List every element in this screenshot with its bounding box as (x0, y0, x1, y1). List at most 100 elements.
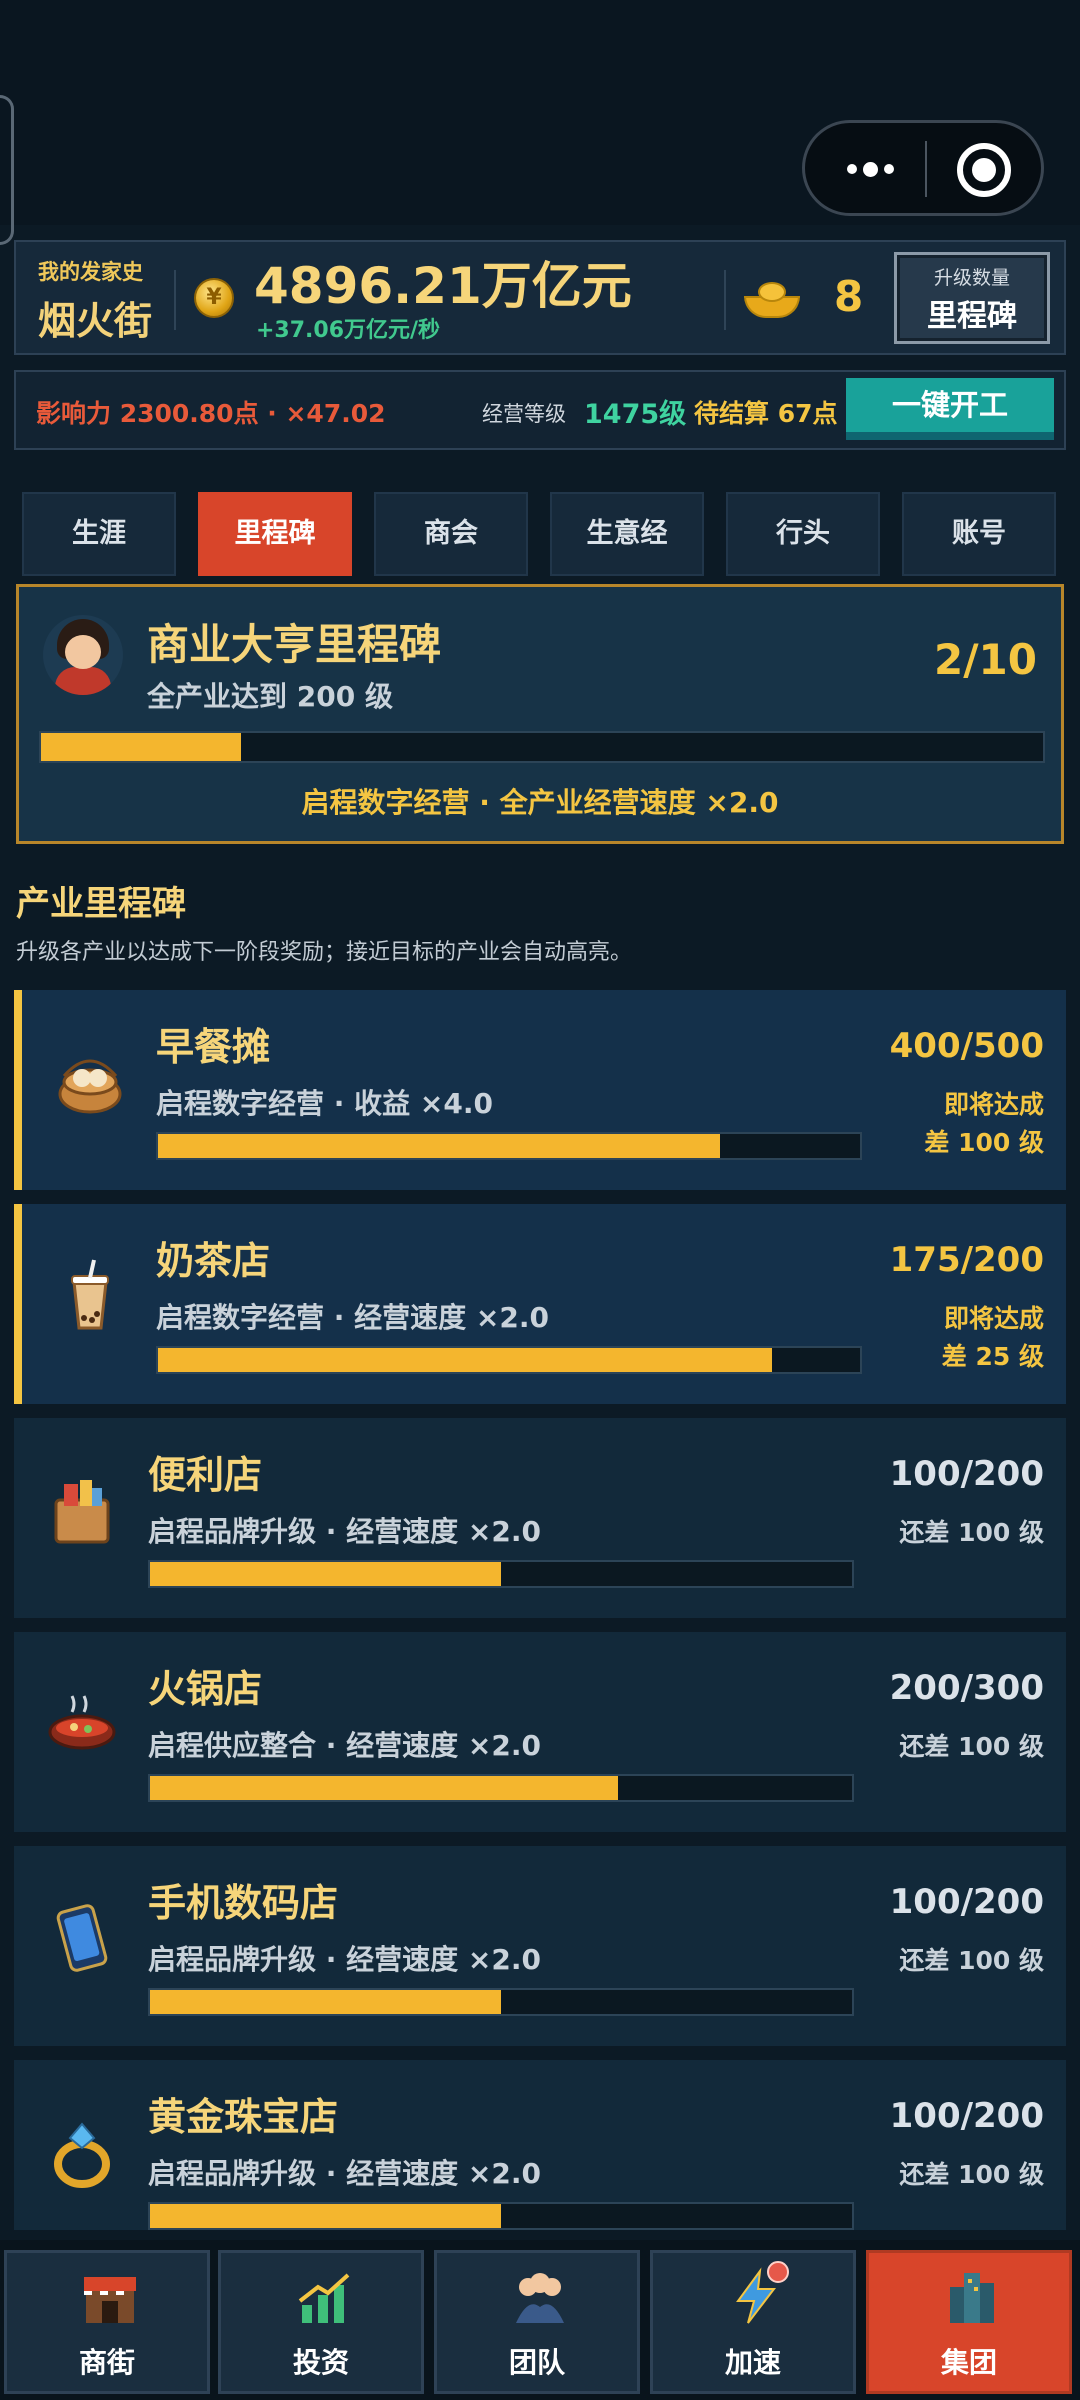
industry-count: 175/200 (889, 1240, 1044, 1280)
industry-reward: 启程品牌升级 · 经营速度 ×2.0 (148, 1515, 541, 1548)
influence-text: 影响力 2300.80点 · ×47.02 (36, 399, 386, 428)
upgrade-quantity-value: 里程碑 (927, 299, 1017, 334)
header-panel: 我的发家史 烟火街 ¥ 4896.21万亿元 +37.06万亿元/秒 8 升级数… (14, 240, 1066, 355)
milestone-progress-bar (39, 731, 1045, 763)
nav-label: 集团 (940, 2346, 997, 2379)
status-line: 差 100 级 (924, 1128, 1044, 1157)
status-line: 还差 100 级 (899, 1518, 1044, 1547)
tab-outfit[interactable]: 行头 (726, 492, 880, 576)
nav-street[interactable]: 商街 (4, 2250, 210, 2394)
bottom-nav: 商街 投资 团队 加速 集团 (0, 2240, 1080, 2400)
one-click-start-button[interactable]: 一键开工 (846, 378, 1054, 440)
status-line: 还差 100 级 (899, 1732, 1044, 1761)
industry-count: 100/200 (889, 1454, 1044, 1494)
industry-progress-bar (156, 1346, 862, 1374)
milestone-progress-fill (41, 733, 242, 761)
industry-progress-bar (156, 1132, 862, 1160)
industry-count: 200/300 (889, 1668, 1044, 1708)
industry-row-hotpot[interactable]: 火锅店 启程供应整合 · 经营速度 ×2.0 200/300 还差 100 级 (14, 1632, 1066, 1832)
tab-bar: 生涯 里程碑 商会 生意经 行头 账号 (22, 492, 1058, 576)
divider (174, 270, 176, 330)
nav-group[interactable]: 集团 (866, 2250, 1072, 2394)
industry-status: 即将达成 差 100 级 (924, 1086, 1044, 1162)
tycoon-avatar (43, 615, 123, 695)
industry-name: 奶茶店 (156, 1239, 271, 1283)
industry-status: 还差 100 级 (899, 2156, 1044, 2194)
industry-progress-bar (148, 1560, 854, 1588)
main-milestone-card: 商业大亨里程碑 全产业达到 200 级 2/10 启程数字经营 · 全产业经营速… (16, 584, 1064, 844)
industry-row-milk-tea[interactable]: 奶茶店 启程数字经营 · 经营速度 ×2.0 175/200 即将达成 差 25… (14, 1204, 1066, 1404)
section-subtitle: 升级各产业以达成下一阶段奖励；接近目标的产业会自动高亮。 (16, 940, 633, 965)
nav-invest[interactable]: 投资 (218, 2250, 424, 2394)
industry-progress-fill (150, 1562, 501, 1586)
industry-name: 黄金珠宝店 (148, 2095, 339, 2139)
level-label: 经营等级 (482, 402, 566, 426)
industry-list: 早餐摊 启程数字经营 · 收益 ×4.0 400/500 即将达成 差 100 … (14, 990, 1066, 2230)
smartphone-icon (56, 1904, 108, 1972)
industry-reward: 启程品牌升级 · 经营速度 ×2.0 (148, 2157, 541, 2190)
tab-account[interactable]: 账号 (902, 492, 1056, 576)
nav-label: 团队 (508, 2346, 565, 2379)
coin-icon: ¥ (194, 278, 234, 318)
notification-dot (767, 2261, 789, 2283)
nav-team[interactable]: 团队 (434, 2250, 640, 2394)
industry-status: 还差 100 级 (899, 1942, 1044, 1980)
industry-reward: 启程品牌升级 · 经营速度 ×2.0 (148, 1943, 541, 1976)
industry-name: 早餐摊 (156, 1025, 271, 1069)
growth-chart-icon (298, 2273, 350, 2323)
industry-count: 100/200 (889, 2096, 1044, 2136)
nav-label: 加速 (724, 2346, 781, 2379)
upgrade-quantity-label: 升级数量 (933, 267, 1010, 289)
industry-row-jewelry-store[interactable]: 黄金珠宝店 启程品牌升级 · 经营速度 ×2.0 100/200 还差 100 … (14, 2060, 1066, 2230)
more-options-icon[interactable] (835, 149, 905, 189)
top-bar (0, 0, 1080, 245)
side-handle[interactable] (0, 95, 14, 245)
industry-name: 火锅店 (148, 1667, 263, 1711)
status-line: 还差 100 级 (899, 1946, 1044, 1975)
industry-row-breakfast[interactable]: 早餐摊 启程数字经营 · 收益 ×4.0 400/500 即将达成 差 100 … (14, 990, 1066, 1190)
milestone-reward: 启程数字经营 · 全产业经营速度 ×2.0 (301, 786, 779, 819)
milestone-subtitle: 全产业达到 200 级 (147, 680, 393, 713)
divider (724, 270, 726, 330)
industry-name: 便利店 (148, 1453, 263, 1497)
tab-milestone[interactable]: 里程碑 (198, 492, 352, 576)
income-rate: +37.06万亿元/秒 (256, 318, 441, 343)
nav-boost[interactable]: 加速 (650, 2250, 856, 2394)
close-target-icon[interactable] (957, 143, 1011, 197)
pending-settlement: 待结算 67点 (694, 399, 838, 428)
ring-icon (54, 2122, 110, 2188)
tab-chamber[interactable]: 商会 (374, 492, 528, 576)
industry-name: 手机数码店 (148, 1881, 339, 1925)
street-name[interactable]: 烟火街 (38, 290, 152, 345)
milestone-title: 商业大亨里程碑 (147, 620, 442, 669)
milestone-count: 2/10 (933, 635, 1037, 684)
industry-progress-fill (150, 1776, 619, 1800)
status-line: 即将达成 (943, 1304, 1044, 1333)
industry-progress-bar (148, 1774, 854, 1802)
status-panel: 影响力 2300.80点 · ×47.02 经营等级 1475级 待结算 67点… (14, 370, 1066, 450)
ingot-count: 8 (834, 272, 864, 321)
milk-tea-icon (71, 1259, 109, 1330)
shopping-bag-icon (54, 1480, 110, 1544)
tab-business-sense[interactable]: 生意经 (550, 492, 704, 576)
industry-progress-fill (150, 1990, 501, 2014)
industry-row-convenience-store[interactable]: 便利店 启程品牌升级 · 经营速度 ×2.0 100/200 还差 100 级 (14, 1418, 1066, 1618)
industry-progress-bar (148, 1988, 854, 2016)
breakfast-basket-icon (58, 1059, 122, 1114)
money-total: 4896.21万亿元 (254, 257, 632, 315)
industry-progress-fill (158, 1134, 720, 1158)
nav-label: 商街 (78, 2346, 135, 2379)
tab-career[interactable]: 生涯 (22, 492, 176, 576)
status-line: 差 25 级 (941, 1342, 1044, 1371)
team-icon (516, 2273, 564, 2323)
nav-label: 投资 (292, 2346, 349, 2379)
industry-status: 还差 100 级 (899, 1728, 1044, 1766)
upgrade-quantity-button[interactable]: 升级数量 里程碑 (894, 252, 1050, 344)
section-title: 产业里程碑 (16, 884, 186, 924)
industry-progress-bar (148, 2202, 854, 2230)
industry-reward: 启程数字经营 · 经营速度 ×2.0 (156, 1301, 549, 1334)
gold-ingot-icon (744, 282, 800, 318)
hotpot-icon (48, 1695, 116, 1750)
industry-row-phone-store[interactable]: 手机数码店 启程品牌升级 · 经营速度 ×2.0 100/200 还差 100 … (14, 1846, 1066, 2046)
history-label[interactable]: 我的发家史 (38, 256, 143, 286)
